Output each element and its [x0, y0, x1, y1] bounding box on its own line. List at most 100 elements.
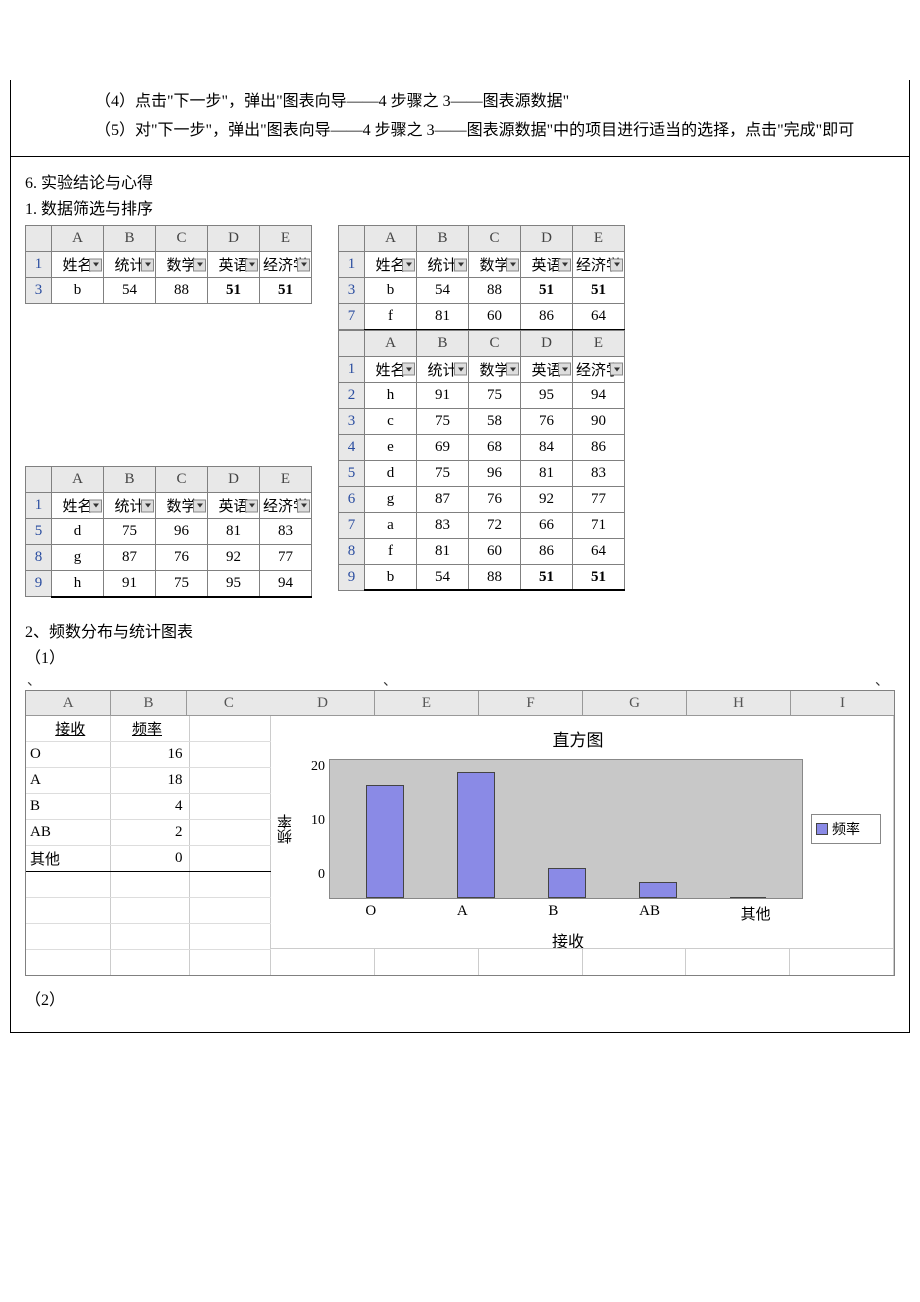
filter-icon[interactable] — [506, 363, 519, 376]
mark-icon: 、 — [381, 670, 397, 690]
cell: 87 — [104, 545, 156, 571]
filter-icon[interactable] — [193, 258, 206, 271]
filter-icon[interactable] — [506, 258, 519, 271]
freq-h0: 接收 — [26, 716, 111, 741]
col-i: I — [791, 691, 894, 715]
table-d: A B C D E 1 姓名 统计 数学 英语 经济学 2h9175959 — [338, 330, 625, 592]
y-tick: 20 — [311, 759, 325, 775]
cell: 81 — [417, 304, 469, 330]
histogram-chart: 直方图 频率 20 10 0 频率 O A — [271, 716, 894, 975]
x-tick: 其他 — [741, 903, 771, 924]
table-b: A B C D E 1 姓名 统计 数学 英语 经济学 — [338, 225, 625, 331]
cell: f — [365, 304, 417, 330]
bar — [730, 897, 766, 898]
x-tick: O — [365, 903, 376, 924]
row-3: 3 — [26, 278, 52, 304]
frequency-pane: A B C 接收 频率 O16 A18 B4 AB2 其他0 — [25, 690, 895, 976]
cell: 64 — [573, 304, 625, 330]
x-tick: A — [457, 903, 468, 924]
cell: b — [52, 278, 104, 304]
cell: 51 — [521, 278, 573, 304]
filter-icon[interactable] — [402, 258, 415, 271]
col-h: H — [687, 691, 791, 715]
filter-icon[interactable] — [141, 258, 154, 271]
hdr-stat: 统计 — [114, 258, 144, 274]
col-b: B — [104, 226, 156, 252]
filter-icon[interactable] — [558, 258, 571, 271]
hdr-name: 姓名 — [62, 258, 92, 274]
col-a: A — [26, 691, 111, 715]
cell: 77 — [260, 545, 312, 571]
cell: 96 — [156, 519, 208, 545]
filter-icon[interactable] — [610, 363, 623, 376]
heading-2: 2、频数分布与统计图表 — [25, 618, 895, 642]
filter-icon[interactable] — [245, 258, 258, 271]
bar — [639, 882, 677, 898]
cell: b — [365, 278, 417, 304]
legend-label: 频率 — [832, 819, 860, 839]
cell: 94 — [260, 571, 312, 597]
cell: 51 — [260, 278, 312, 304]
step-4-text: （4）点击"下一步"，弹出"图表向导——4 步骤之 3——图表源数据" — [25, 88, 895, 115]
filter-icon[interactable] — [89, 258, 102, 271]
y-tick: 0 — [318, 867, 325, 883]
step-5-text: （5）对"下一步"，弹出"图表向导——4 步骤之 3——图表源数据"中的项目进行… — [95, 122, 854, 139]
cell: 51 — [208, 278, 260, 304]
chart-title: 直方图 — [275, 726, 881, 751]
heading-1: 1. 数据筛选与排序 — [25, 195, 895, 219]
cell: 86 — [521, 304, 573, 330]
filter-icon[interactable] — [245, 499, 258, 512]
table-c: A B C D E 1 姓名 统计 数学 英语 经济学 — [25, 466, 312, 598]
legend: 频率 — [811, 814, 881, 844]
bar — [457, 772, 495, 898]
bar — [548, 868, 586, 898]
mark-icon: 、 — [25, 670, 41, 690]
mark-icon: 、 — [873, 670, 895, 690]
filter-icon[interactable] — [297, 499, 310, 512]
sub-1: （1） — [25, 644, 895, 668]
hdr-eng: 英语 — [218, 258, 248, 274]
y-axis-label: 频率 — [275, 759, 295, 899]
cell: 81 — [208, 519, 260, 545]
cell: 60 — [469, 304, 521, 330]
cell: 88 — [469, 278, 521, 304]
col-e: E — [375, 691, 479, 715]
col-e: E — [260, 226, 312, 252]
filter-icon[interactable] — [141, 499, 154, 512]
cell: 54 — [417, 278, 469, 304]
cell: 92 — [208, 545, 260, 571]
cell: 75 — [104, 519, 156, 545]
bar — [366, 785, 404, 897]
table-a: A B C D E 1 姓名 统计 数学 英语 经济学 — [25, 225, 312, 304]
y-tick: 10 — [311, 813, 325, 829]
cell: 51 — [573, 278, 625, 304]
plot-area — [329, 759, 803, 899]
cell: 95 — [208, 571, 260, 597]
freq-h1: 频率 — [111, 716, 189, 741]
row-1: 1 — [26, 252, 52, 278]
cell: g — [52, 545, 104, 571]
col-c: C — [156, 226, 208, 252]
filter-icon[interactable] — [193, 499, 206, 512]
legend-swatch-icon — [816, 823, 828, 835]
cell: h — [52, 571, 104, 597]
filter-icon[interactable] — [89, 499, 102, 512]
col-f: F — [479, 691, 583, 715]
hdr-math: 数学 — [166, 258, 196, 274]
cell: 88 — [156, 278, 208, 304]
sub-2: （2） — [25, 986, 895, 1010]
filter-icon[interactable] — [402, 363, 415, 376]
x-tick: AB — [639, 903, 660, 924]
col-c: C — [187, 691, 271, 715]
col-g: G — [583, 691, 687, 715]
cell: 75 — [156, 571, 208, 597]
filter-icon[interactable] — [610, 258, 623, 271]
cell: 54 — [104, 278, 156, 304]
filter-icon[interactable] — [297, 258, 310, 271]
cell: 91 — [104, 571, 156, 597]
x-tick: B — [548, 903, 558, 924]
filter-icon[interactable] — [454, 363, 467, 376]
col-d: D — [208, 226, 260, 252]
filter-icon[interactable] — [454, 258, 467, 271]
filter-icon[interactable] — [558, 363, 571, 376]
